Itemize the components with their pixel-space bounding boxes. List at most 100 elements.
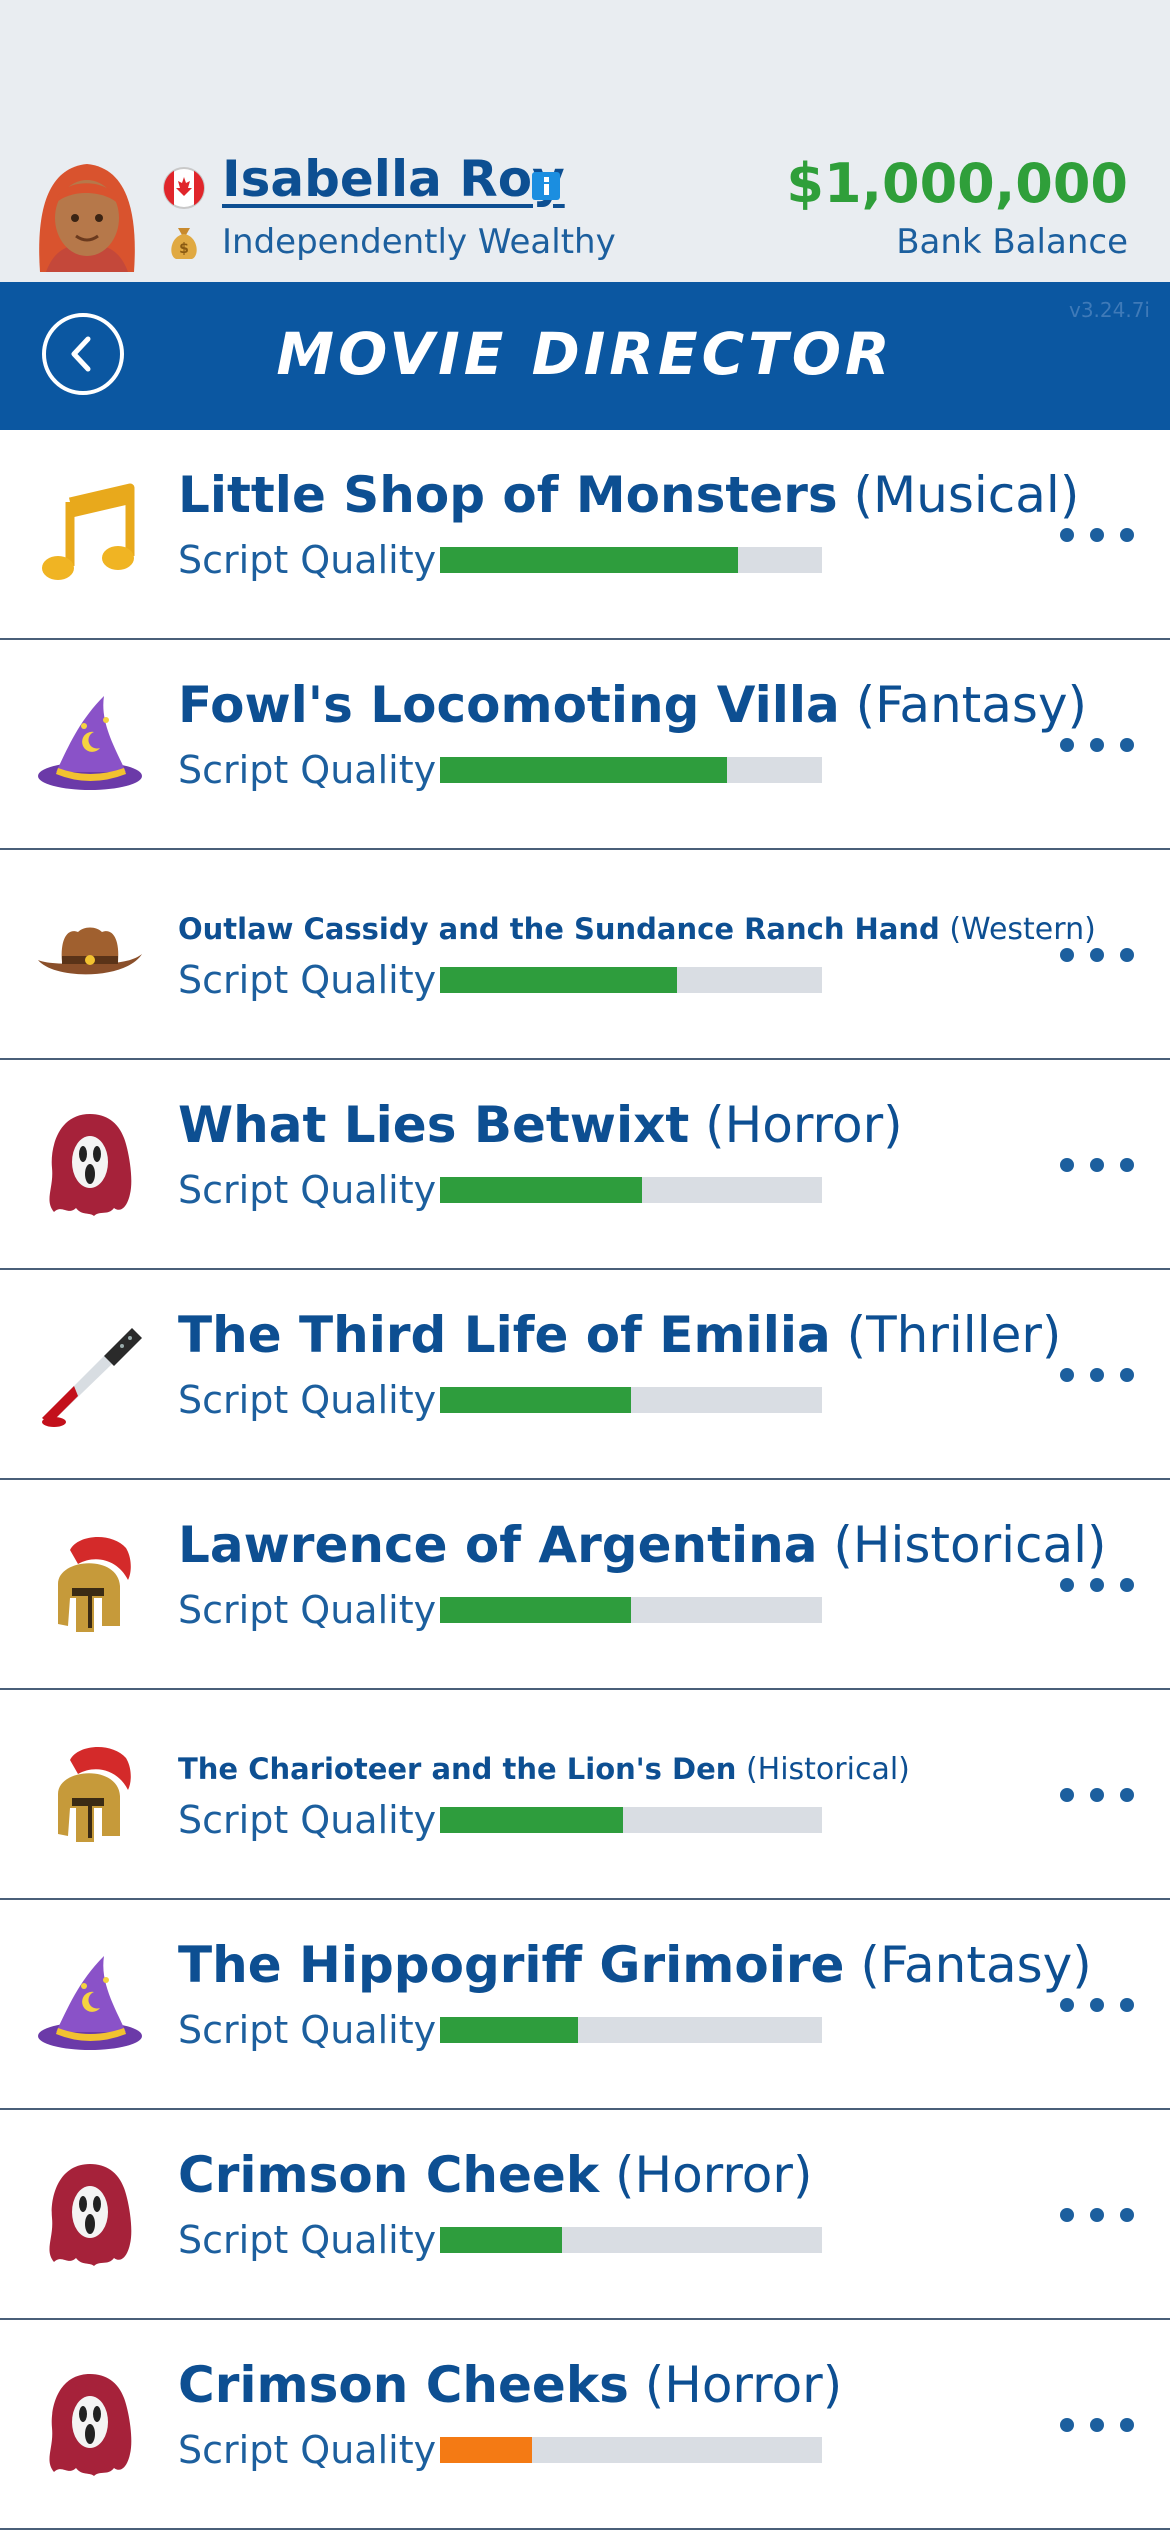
script-quality-label: Script Quality <box>178 958 437 1002</box>
script-quality-label: Script Quality <box>178 748 437 792</box>
more-options-icon[interactable] <box>1060 2416 1136 2436</box>
script-quality-fill <box>440 2437 532 2463</box>
script-quality-bar <box>440 967 822 993</box>
script-quality-label: Script Quality <box>178 538 437 582</box>
more-options-icon[interactable] <box>1060 1786 1136 1806</box>
avatar[interactable] <box>28 154 146 272</box>
script-quality-fill <box>440 1177 643 1203</box>
script-genre: (Horror) <box>689 1096 903 1154</box>
more-options-icon[interactable] <box>1060 1576 1136 1596</box>
wizard-hat-icon <box>38 696 142 790</box>
script-quality-bar <box>440 2437 822 2463</box>
info-icon[interactable] <box>532 172 560 200</box>
script-genre: (Western) <box>939 912 1096 947</box>
script-row[interactable]: Fowl's Locomoting Villa (Fantasy) Script … <box>0 640 1170 850</box>
script-name: Crimson Cheeks <box>178 2356 629 2414</box>
script-name: Outlaw Cassidy and the Sundance Ranch Ha… <box>178 912 940 946</box>
more-options-icon[interactable] <box>1060 1996 1136 2016</box>
more-options-icon[interactable] <box>1060 1156 1136 1176</box>
script-quality-label: Script Quality <box>178 2428 437 2472</box>
script-row[interactable]: Lawrence of Argentina (Historical) Script… <box>0 1480 1170 1690</box>
script-row[interactable]: Little Shop of Monsters (Musical) Script … <box>0 430 1170 640</box>
wealth-status: Independently Wealthy <box>222 222 616 262</box>
script-genre: (Fantasy) <box>839 676 1088 734</box>
more-options-icon[interactable] <box>1060 526 1136 546</box>
script-quality-bar <box>440 2017 822 2043</box>
script-quality-label: Script Quality <box>178 1798 437 1842</box>
more-options-icon[interactable] <box>1060 736 1136 756</box>
script-quality-bar <box>440 1387 822 1413</box>
script-name: What Lies Betwixt <box>178 1096 690 1154</box>
script-quality-label: Script Quality <box>178 2008 437 2052</box>
script-row[interactable]: The Hippogriff Grimoire (Fantasy) Script … <box>0 1900 1170 2110</box>
ghost-mask-icon <box>49 2164 132 2266</box>
script-title: Little Shop of Monsters (Musical) <box>178 466 1079 524</box>
script-quality-label: Script Quality <box>178 2218 437 2262</box>
script-row[interactable]: Outlaw Cassidy and the Sundance Ranch Ha… <box>0 850 1170 1060</box>
player-name[interactable]: Isabella Roy <box>222 150 565 208</box>
page-title: MOVIE DIRECTOR <box>276 320 894 388</box>
more-options-icon[interactable] <box>1060 1366 1136 1386</box>
script-title: What Lies Betwixt (Horror) <box>178 1096 903 1154</box>
more-options-icon[interactable] <box>1060 946 1136 966</box>
title-bar: MOVIE DIRECTOR v3.24.7i <box>0 282 1170 430</box>
script-name: Little Shop of Monsters <box>178 466 838 524</box>
script-quality-bar <box>440 1807 822 1833</box>
script-name: Crimson Cheek <box>178 2146 600 2204</box>
script-quality-label: Script Quality <box>178 1378 437 1422</box>
script-title: The Hippogriff Grimoire (Fantasy) <box>178 1936 1092 1994</box>
script-name: The Third Life of Emilia <box>178 1306 831 1364</box>
spartan-helmet-icon <box>58 1746 131 1842</box>
script-row[interactable]: Crimson Cheek (Horror) Script Quality <box>0 2110 1170 2320</box>
script-quality-label: Script Quality <box>178 1588 437 1632</box>
script-quality-fill <box>440 547 738 573</box>
svg-text:$: $ <box>179 241 189 257</box>
script-title: Crimson Cheeks (Horror) <box>178 2356 842 2414</box>
script-name: The Hippogriff Grimoire <box>178 1936 845 1994</box>
profile-header: Isabella Roy $ Independently Wealthy $1,… <box>0 0 1170 282</box>
script-title: Crimson Cheek (Horror) <box>178 2146 812 2204</box>
script-quality-fill <box>440 2017 578 2043</box>
script-quality-bar <box>440 2227 822 2253</box>
script-genre: (Horror) <box>628 2356 843 2414</box>
script-quality-fill <box>440 1387 631 1413</box>
script-row[interactable]: What Lies Betwixt (Horror) Script Quality <box>0 1060 1170 1270</box>
spartan-helmet-icon <box>58 1536 131 1632</box>
script-genre: (Historical) <box>736 1752 910 1787</box>
script-title: The Charioteer and the Lion's Den (Histo… <box>178 1752 910 1787</box>
cowboy-hat-icon <box>38 927 142 975</box>
bank-balance-label: Bank Balance <box>896 222 1128 262</box>
ghost-mask-icon <box>49 1114 132 1216</box>
script-title: Lawrence of Argentina (Historical) <box>178 1516 1107 1574</box>
money-bag-icon: $ <box>171 228 197 259</box>
script-quality-bar <box>440 1597 822 1623</box>
script-genre: (Musical) <box>837 466 1080 524</box>
script-quality-bar <box>440 757 822 783</box>
script-title: Fowl's Locomoting Villa (Fantasy) <box>178 676 1087 734</box>
bank-balance-value: $1,000,000 <box>786 152 1128 215</box>
script-genre: (Fantasy) <box>844 1936 1092 1994</box>
wizard-hat-icon <box>38 1956 142 2050</box>
script-row[interactable]: The Third Life of Emilia (Thriller) Scrip… <box>0 1270 1170 1480</box>
script-quality-fill <box>440 967 677 993</box>
script-genre: (Historical) <box>817 1516 1107 1574</box>
version-label: v3.24.7i <box>1068 298 1150 322</box>
script-title: Outlaw Cassidy and the Sundance Ranch Ha… <box>178 912 1096 947</box>
script-quality-fill <box>440 1597 631 1623</box>
bloody-knife-icon <box>42 1328 142 1427</box>
script-name: Lawrence of Argentina <box>178 1516 818 1574</box>
script-quality-fill <box>440 2227 563 2253</box>
script-name: Fowl's Locomoting Villa <box>178 676 840 734</box>
script-name: The Charioteer and the Lion's Den <box>178 1752 737 1786</box>
musical-note-icon <box>34 478 146 590</box>
script-row[interactable]: The Charioteer and the Lion's Den (Histo… <box>0 1690 1170 1900</box>
script-genre: (Thriller) <box>830 1306 1062 1364</box>
more-options-icon[interactable] <box>1060 2206 1136 2226</box>
script-row[interactable]: Crimson Cheeks (Horror) Script Quality <box>0 2320 1170 2530</box>
ghost-mask-icon <box>49 2374 132 2476</box>
canada-flag-icon <box>163 167 205 209</box>
script-quality-bar <box>440 1177 822 1203</box>
script-quality-fill <box>440 1807 624 1833</box>
script-quality-label: Script Quality <box>178 1168 437 1212</box>
script-quality-fill <box>440 757 727 783</box>
